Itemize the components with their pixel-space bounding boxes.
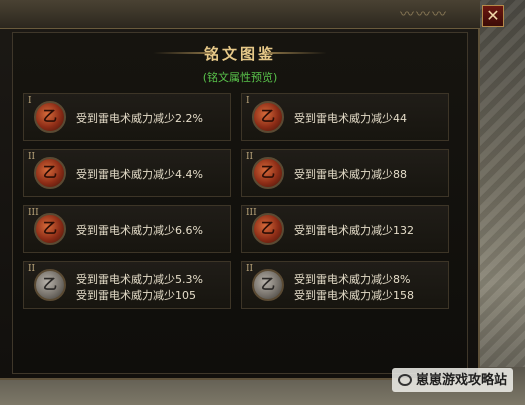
- rune-card[interactable]: I 乙 受到雷电术威力减少2.2%: [23, 93, 231, 141]
- rune-red-icon: 乙: [34, 213, 66, 245]
- rune-catalog-window: 〰〰〰 铭文图鉴 (铭文属性预览) I 乙 受到雷电术威力减少2.2% I 乙 …: [0, 0, 480, 380]
- rune-red-icon: 乙: [252, 213, 284, 245]
- rune-effect: 受到雷电术威力减少105: [76, 289, 196, 302]
- rune-tier: I: [246, 96, 250, 106]
- rune-effect: 受到雷电术威力减少44: [294, 112, 407, 125]
- dragon-ornament-icon: 〰〰〰: [400, 7, 448, 23]
- rune-effect: 受到雷电术威力减少5.3%: [76, 273, 203, 286]
- watermark-text: 崽崽游戏攻略站: [416, 373, 508, 388]
- window-subtitle: (铭文属性预览): [202, 71, 278, 84]
- rune-red-icon: 乙: [252, 101, 284, 133]
- rune-grey-icon: 乙: [34, 269, 66, 301]
- rune-tier: II: [28, 152, 36, 162]
- rune-effect: 受到雷电术威力减少2.2%: [76, 112, 203, 125]
- rune-tier: II: [246, 264, 254, 274]
- rune-tier: II: [28, 264, 36, 274]
- title-ornament-right-icon: [267, 52, 327, 54]
- rune-tier: II: [246, 152, 254, 162]
- rune-effect: 受到雷电术威力减少6.6%: [76, 224, 203, 237]
- rune-effect: 受到雷电术威力减少4.4%: [76, 168, 203, 181]
- rune-card[interactable]: I 乙 受到雷电术威力减少44: [241, 93, 449, 141]
- rune-card[interactable]: III 乙 受到雷电术威力减少6.6%: [23, 205, 231, 253]
- rune-red-icon: 乙: [252, 157, 284, 189]
- rune-card[interactable]: II 乙 受到雷电术威力减少88: [241, 149, 449, 197]
- window-content: 铭文图鉴 (铭文属性预览) I 乙 受到雷电术威力减少2.2% I 乙 受到雷电…: [12, 32, 468, 374]
- watermark: 崽崽游戏攻略站: [392, 368, 514, 392]
- window-title: 铭文图鉴: [203, 45, 276, 63]
- wechat-icon: [398, 374, 412, 386]
- rune-red-icon: 乙: [34, 101, 66, 133]
- rune-effect: 受到雷电术威力减少158: [294, 289, 414, 302]
- title-row: 铭文图鉴: [13, 43, 467, 63]
- close-button[interactable]: ✕: [482, 5, 504, 27]
- rune-card[interactable]: II 乙 受到雷电术威力减少5.3% 受到雷电术威力减少105: [23, 261, 231, 309]
- rune-card[interactable]: II 乙 受到雷电术威力减少4.4%: [23, 149, 231, 197]
- rune-red-icon: 乙: [34, 157, 66, 189]
- rune-card[interactable]: III 乙 受到雷电术威力减少132: [241, 205, 449, 253]
- rune-card[interactable]: II 乙 受到雷电术威力减少8% 受到雷电术威力减少158: [241, 261, 449, 309]
- window-top-bar: 〰〰〰: [0, 0, 480, 29]
- rune-effect: 受到雷电术威力减少88: [294, 168, 407, 181]
- rune-tier: I: [28, 96, 32, 106]
- title-ornament-left-icon: [153, 52, 213, 54]
- rune-effect: 受到雷电术威力减少132: [294, 224, 414, 237]
- rune-effect: 受到雷电术威力减少8%: [294, 273, 411, 286]
- rune-grey-icon: 乙: [252, 269, 284, 301]
